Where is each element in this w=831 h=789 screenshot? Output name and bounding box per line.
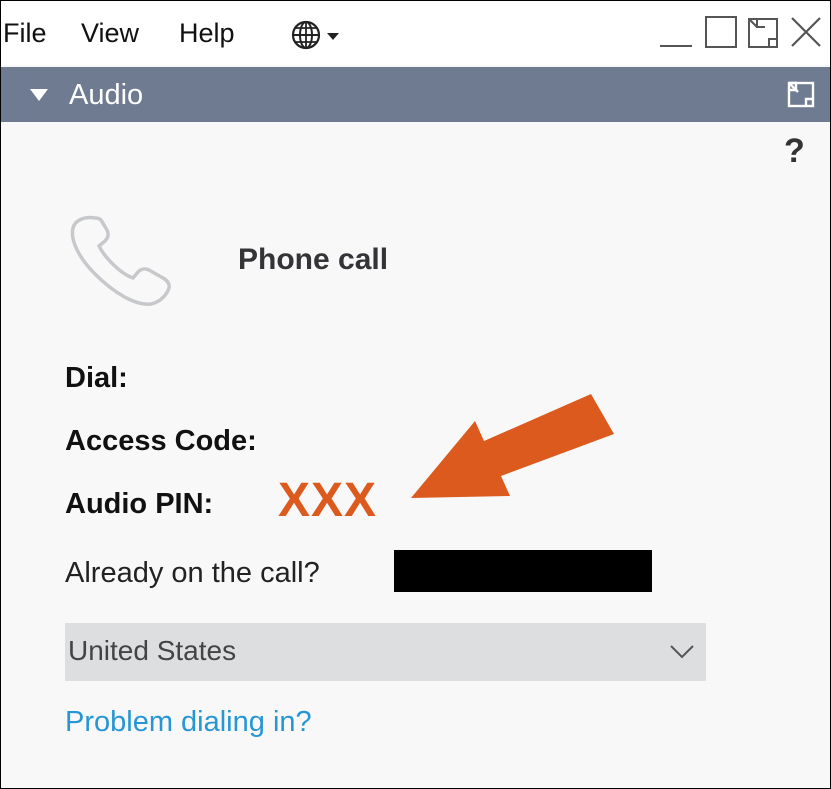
globe-icon[interactable] [289, 18, 359, 52]
chevron-down-icon [670, 645, 694, 659]
access-code-label: Access Code: [65, 425, 257, 457]
section-title: Audio [69, 79, 144, 111]
phone-icon [70, 215, 171, 306]
menu-view[interactable]: View [81, 13, 139, 53]
audio-window: File View Help Audio ? Phone call Dial: … [0, 0, 831, 789]
menu-file[interactable]: File [3, 13, 47, 53]
dial-label: Dial: [65, 362, 128, 394]
audio-pin-label: Audio PIN: [65, 488, 214, 520]
help-button[interactable]: ? [784, 129, 805, 173]
audio-section-header[interactable]: Audio [1, 67, 830, 122]
minimize-icon[interactable] [657, 13, 695, 51]
audio-pin-value: XXX [278, 474, 378, 527]
country-dropdown[interactable]: United States [65, 623, 706, 681]
triangle-down-icon[interactable] [29, 87, 49, 103]
phone-call-label: Phone call [238, 243, 389, 276]
country-selected-value: United States [68, 635, 237, 666]
menu-bar: File View Help [1, 1, 830, 65]
menu-help[interactable]: Help [179, 13, 235, 53]
popout-icon[interactable] [786, 79, 816, 109]
already-on-call-label: Already on the call? [65, 557, 320, 589]
annotation-arrow-icon [411, 394, 614, 498]
maximize-icon[interactable] [702, 13, 740, 51]
close-icon[interactable] [787, 13, 825, 51]
problem-dialing-link[interactable]: Problem dialing in? [65, 701, 312, 743]
restore-icon[interactable] [745, 13, 783, 51]
redacted-block [394, 550, 652, 592]
